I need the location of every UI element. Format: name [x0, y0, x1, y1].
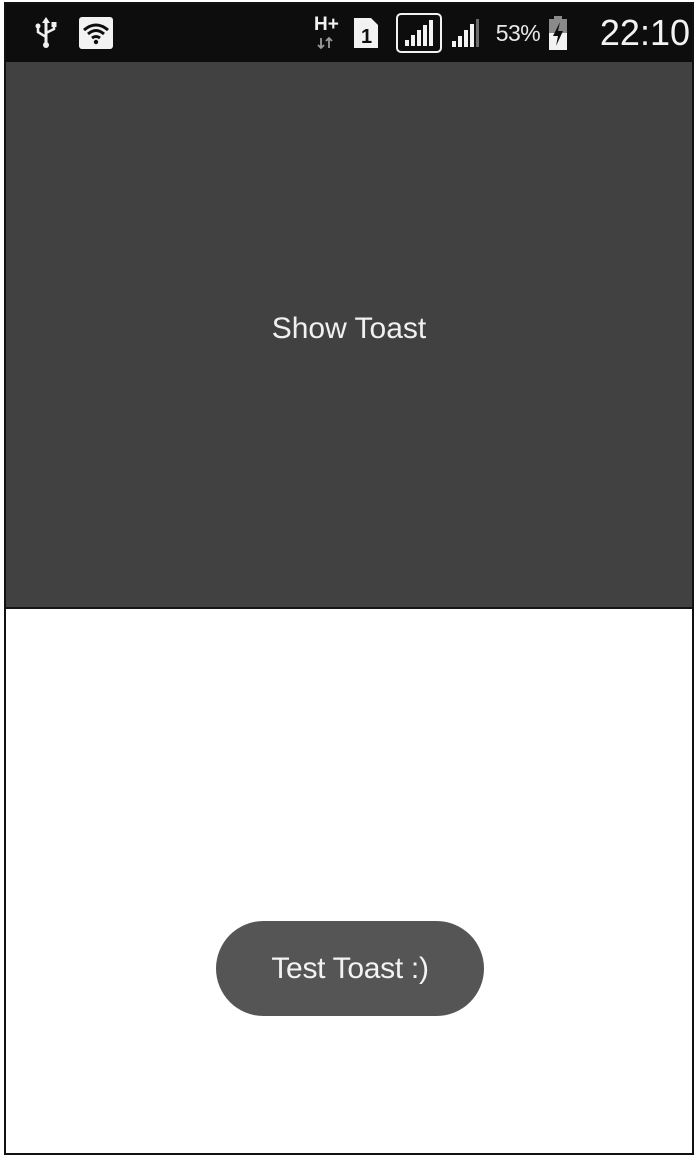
wifi-icon: [78, 4, 114, 62]
show-toast-button[interactable]: Show Toast: [6, 62, 692, 609]
network-type-indicator: H+: [312, 4, 344, 62]
battery-percentage: 53%: [495, 19, 541, 46]
toast-message: Test Toast :): [216, 921, 484, 1016]
signal-strength-icon: [396, 4, 442, 62]
status-clock: 22:10: [599, 12, 690, 53]
battery-charging-icon: [546, 4, 570, 62]
show-toast-button-label: Show Toast: [271, 312, 427, 345]
sim-card-icon: 1: [352, 4, 380, 62]
sim-slot-label: 1: [361, 26, 372, 48]
status-bar: H+ 1 53% 22:10: [6, 4, 692, 62]
usb-icon: [32, 4, 60, 62]
network-type-label: H+: [314, 14, 339, 35]
phone-screen: H+ 1 53% 22:10 Show Toast Test Toast:): [4, 2, 694, 1155]
toast-text: Test Toast :): [271, 951, 429, 985]
signal-strength-icon: [448, 4, 482, 62]
